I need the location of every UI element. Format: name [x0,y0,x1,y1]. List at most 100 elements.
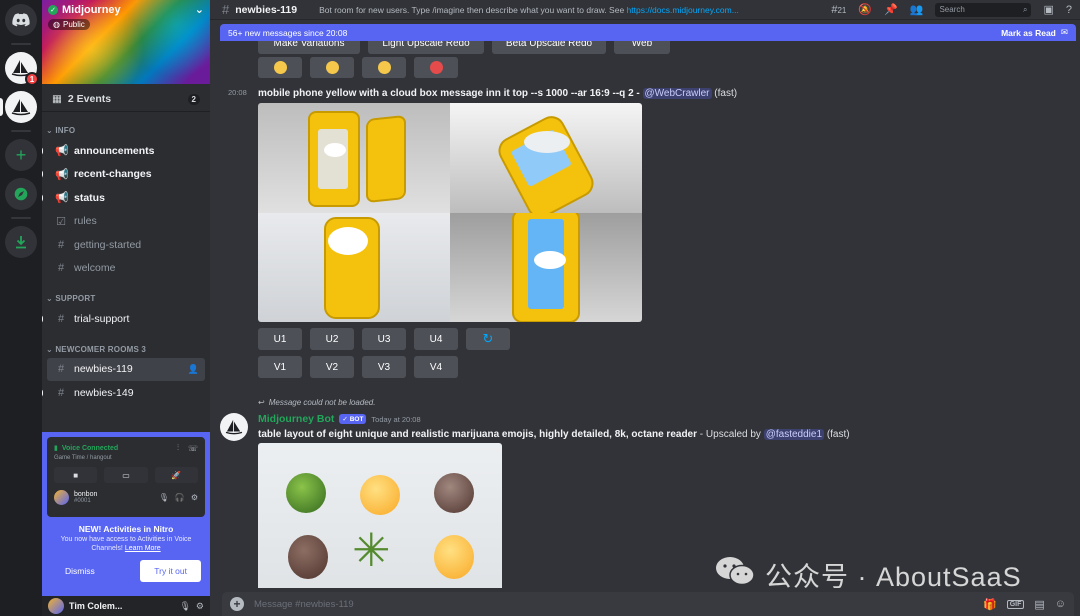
channel-getting-started[interactable]: # getting-started [47,233,205,257]
activity-rocket-icon: 🚀 [154,467,198,483]
add-server-button[interactable]: + [5,139,37,171]
hashtag-icon: # [222,2,230,17]
cloud-shape [328,226,368,255]
heart-eyes-emoji-icon [429,61,443,74]
server-icon-midjourney-dm[interactable]: 1 [5,52,39,86]
dismiss-button[interactable]: Dismiss [51,560,109,582]
u3-button[interactable]: U3 [362,328,406,350]
category-newcomer-rooms[interactable]: ⌄ NEWCOMER ROOMS 3 [42,331,210,358]
gear-icon: ⚙ [190,493,198,502]
gift-icon[interactable]: 🎁 [983,598,997,611]
unamused-emoji-icon [325,61,339,74]
channel-status[interactable]: 📢 status [42,186,205,210]
reply-reference[interactable]: ↩ Message could not be loaded. [258,398,375,407]
avatar[interactable] [220,413,248,441]
channel-announcements[interactable]: 📢 announcements [42,139,205,163]
mute-bell-icon[interactable]: 🔕 [858,3,872,16]
channel-rules[interactable]: ☑ rules [47,210,205,234]
author-name[interactable]: Midjourney Bot [258,413,334,425]
category-support[interactable]: ⌄ SUPPORT [42,280,210,307]
learn-more-link[interactable]: Learn More [125,545,161,552]
generated-image-3[interactable] [258,212,450,322]
prompt-text: table layout of eight unique and realist… [258,429,698,440]
yellow-phone-shape [308,111,360,207]
threads-button[interactable]: #21 [831,4,846,16]
speed-label: (fast) [714,88,738,99]
discord-home-button[interactable] [5,4,37,36]
channel-recent-changes[interactable]: 📢 recent-changes [42,163,205,187]
disconnect-icon: ☏ [187,443,198,453]
u1-button[interactable]: U1 [258,328,302,350]
add-attachment-button[interactable]: + [230,597,244,611]
light-upscale-redo-button[interactable]: Light Upscale Redo [368,41,484,54]
channel-title: newbies-119 [235,3,298,16]
new-messages-bar[interactable]: 56+ new messages since 20:08 Mark as Rea… [220,24,1076,41]
search-input[interactable]: Search ⌕ [935,2,1032,17]
mark-as-read-button[interactable]: Mark as Read [1001,28,1056,38]
generated-image-emojis[interactable]: ✳ [258,443,502,588]
channel-newbies-149[interactable]: # newbies-149 [42,381,205,405]
microphone-icon[interactable]: 🎙 [179,601,190,612]
server-icon-midjourney[interactable] [0,91,37,123]
generated-image-4[interactable] [450,212,642,322]
make-variations-button[interactable]: Make Variations [258,41,360,54]
web-button[interactable]: Web [614,41,670,54]
rating-button[interactable] [362,57,406,78]
help-icon[interactable]: ? [1066,4,1072,16]
member-list-icon[interactable]: 👥 [910,3,924,16]
voice-user-name: bonbon [74,491,98,498]
channel-welcome[interactable]: # welcome [47,257,205,281]
phone-door-shape [366,114,406,204]
bud-emoji-shape [286,473,326,513]
rating-button[interactable] [310,57,354,78]
emoji-icon[interactable]: ☺ [1055,598,1066,610]
beta-upscale-redo-button[interactable]: Beta Upscale Redo [492,41,606,54]
generated-image-1[interactable] [258,103,450,213]
channel-label: trial-support [74,312,130,325]
message-input[interactable] [254,598,973,610]
reroll-button[interactable]: ↻ [466,328,510,350]
watermark: 公众号 · AboutSaaS [715,555,1022,588]
channel-newbies-119[interactable]: # newbies-119 👤 [47,357,205,381]
voice-connected-preview: ▮ Voice Connected ⫶ ☏ Game Time / hangou… [47,437,205,517]
rail-separator [11,217,31,219]
add-member-icon[interactable]: 👤 [188,364,199,375]
image-grid[interactable] [258,103,642,322]
hashtag-icon: # [57,238,65,251]
rating-button[interactable] [414,57,458,78]
server-banner[interactable]: ✓ Midjourney ⌄ ◍ Public [42,0,210,84]
try-it-out-button[interactable]: Try it out [140,559,201,582]
category-info[interactable]: ⌄ INFO [42,112,210,139]
gif-icon[interactable]: GIF [1006,599,1025,609]
v1-button[interactable]: V1 [258,356,302,378]
chevron-down-icon[interactable]: ⌄ [195,3,204,16]
v3-button[interactable]: V3 [362,356,406,378]
sticker-icon[interactable]: ▤ [1034,598,1044,611]
watermark-text: 公众号 · AboutSaaS [765,562,1022,588]
topic-link[interactable]: https://docs.midjourney.com... [627,5,739,15]
rating-button[interactable] [258,57,302,78]
events-item[interactable]: ▦ 2 Events 2 [42,84,210,112]
gear-icon[interactable]: ⚙ [196,601,204,612]
inbox-icon[interactable]: ▣ [1043,3,1053,16]
pin-icon[interactable]: 📌 [884,3,898,16]
server-header[interactable]: ✓ Midjourney ⌄ [48,3,204,16]
channel-label: getting-started [74,238,142,251]
v4-button[interactable]: V4 [414,356,458,378]
user-mention[interactable]: @WebCrawler [642,88,712,99]
megaphone-icon: 📢 [55,145,69,158]
avatar[interactable] [48,598,64,614]
events-count-badge: 2 [187,93,200,105]
events-label: 2 Events [67,93,112,105]
download-apps-button[interactable] [5,226,37,258]
brown-face-emoji-shape [288,535,328,579]
user-mention[interactable]: @fasteddie1 [763,429,825,440]
generated-image-2[interactable] [450,103,642,213]
variation-buttons: V1 V2 V3 V4 [258,356,458,378]
channel-trial-support[interactable]: # trial-support [42,307,205,331]
speed-label: (fast) [826,429,850,440]
v2-button[interactable]: V2 [310,356,354,378]
u2-button[interactable]: U2 [310,328,354,350]
explore-servers-button[interactable] [5,178,37,210]
u4-button[interactable]: U4 [414,328,458,350]
